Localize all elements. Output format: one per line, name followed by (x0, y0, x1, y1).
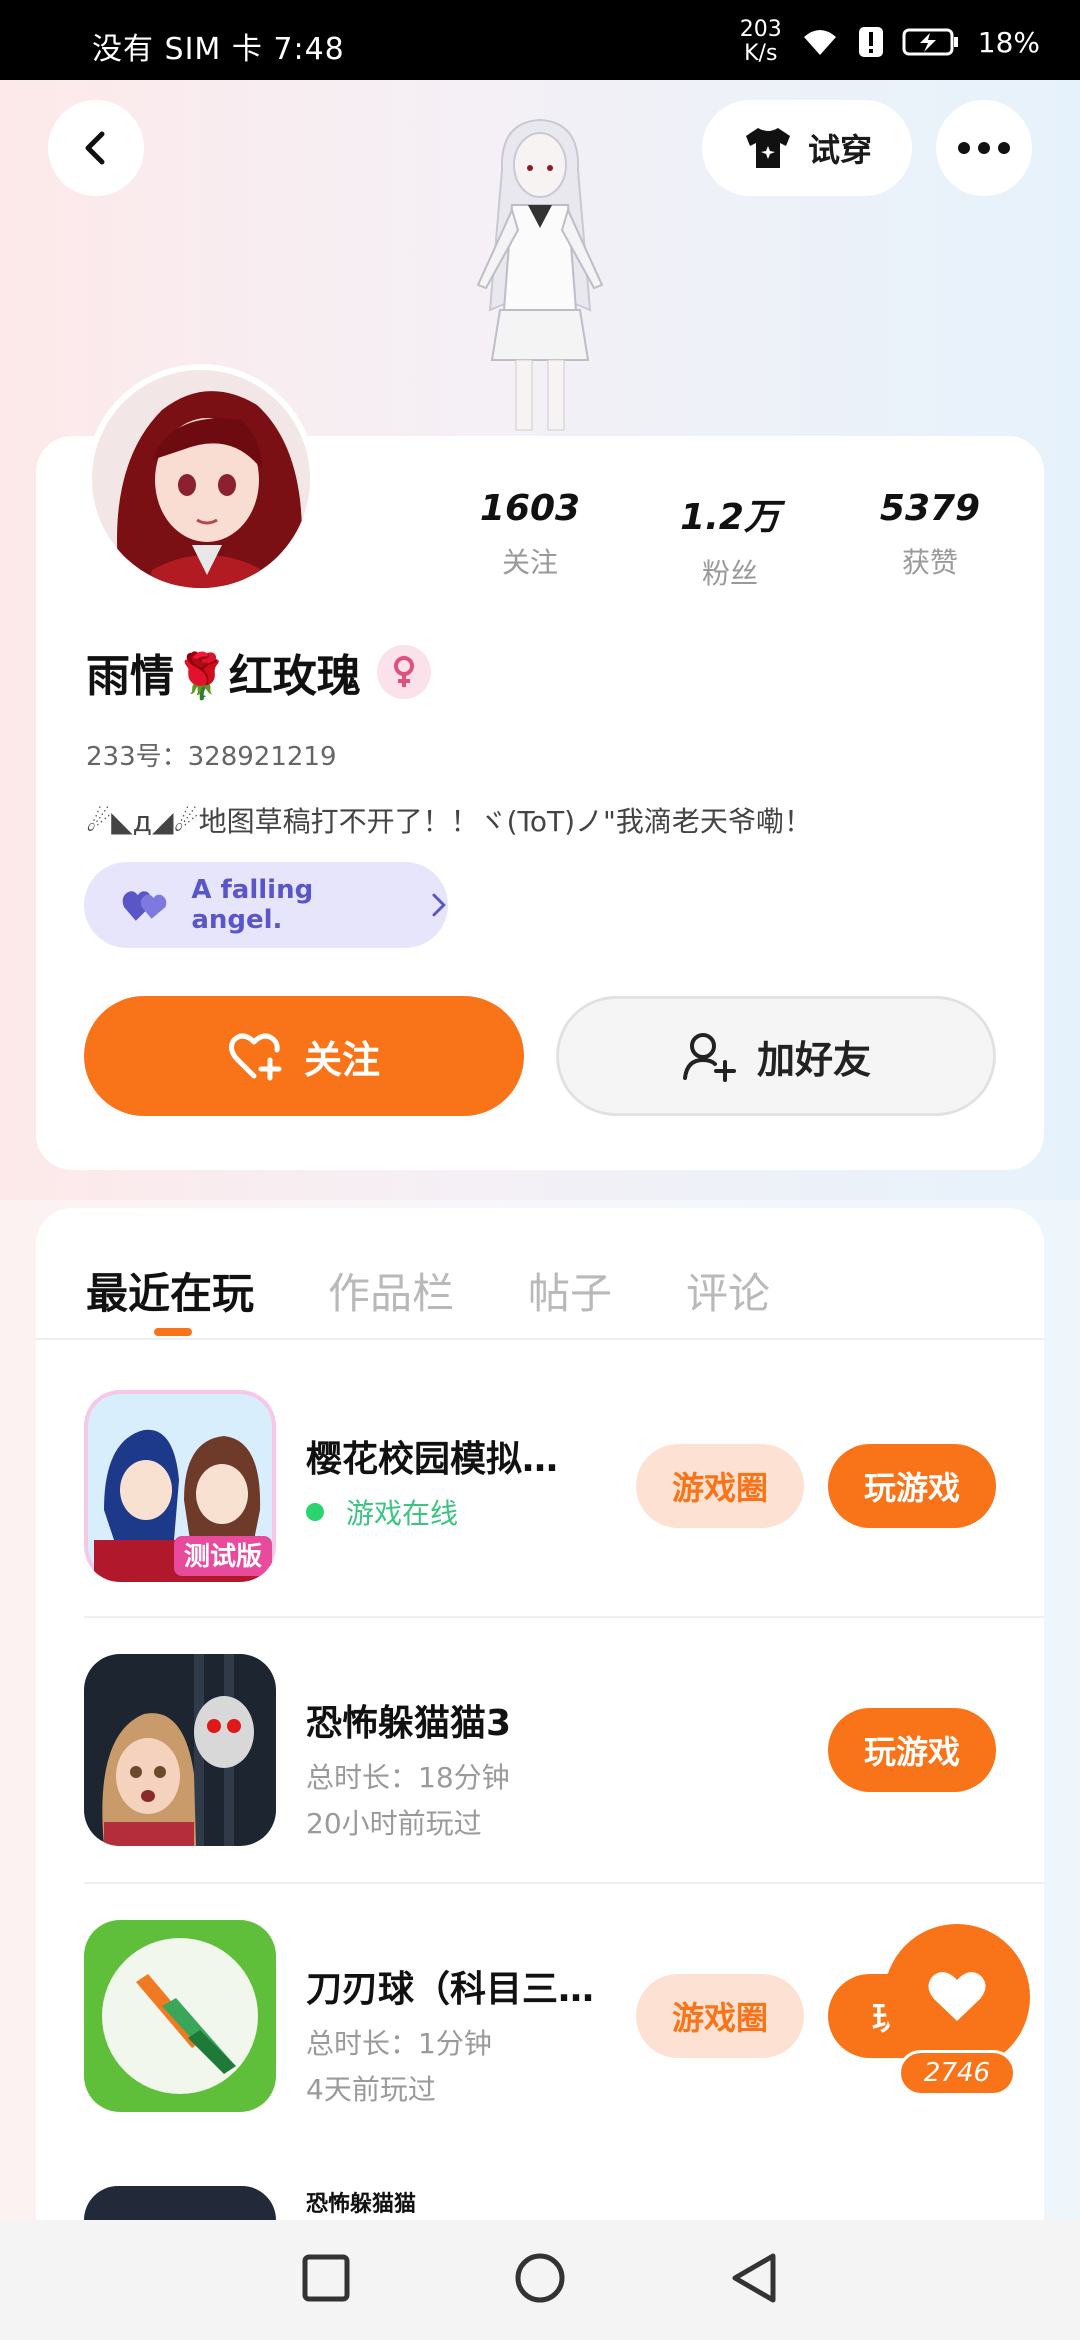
game-title: 樱花校园模拟… (306, 1439, 559, 1480)
stat-label: 粉丝 (701, 557, 758, 590)
try-on-label: 试穿 (807, 131, 872, 169)
more-dots-icon (958, 142, 1010, 154)
circle-icon (515, 2253, 565, 2303)
profile-name-row: 雨情🌹红玫瑰 (86, 640, 431, 704)
like-button[interactable] (884, 1924, 1030, 2070)
profile-tag-button[interactable]: A falling angel. (84, 862, 448, 948)
game-duration: 总时长：1分钟 (306, 2027, 492, 2060)
divider (36, 1338, 1044, 1340)
avatar-3d-figure[interactable] (430, 110, 650, 440)
double-heart-icon (122, 891, 167, 921)
play-game-button[interactable]: 玩游戏 (828, 1708, 996, 1792)
stat-number: 5379 (879, 488, 981, 529)
tshirt-icon (745, 128, 790, 168)
back-nav-button[interactable] (729, 2251, 779, 2309)
game-icon-hide-and-seek[interactable] (84, 1654, 276, 1846)
wifi-icon (800, 27, 840, 57)
heart-plus-icon (228, 1033, 282, 1081)
net-speed: 203 K/s (740, 18, 782, 66)
tab-posts[interactable]: 帖子 (528, 1240, 612, 1321)
game-status: 游戏在线 (306, 1492, 458, 1532)
game-last-played: 20小时前玩过 (306, 1807, 482, 1840)
alert-icon (858, 26, 884, 58)
follow-button[interactable]: 关注 (84, 996, 524, 1116)
system-navigation-bar (0, 2220, 1080, 2340)
divider (84, 1616, 1044, 1618)
divider (84, 1882, 1044, 1884)
add-friend-label: 加好友 (756, 1037, 871, 1082)
net-speed-unit: K/s (744, 41, 778, 66)
game-duration: 总时长：18分钟 (306, 1761, 510, 1794)
tab-recently-played[interactable]: 最近在玩 (86, 1240, 254, 1321)
chevron-right-icon (432, 893, 447, 917)
stat-label: 关注 (501, 546, 558, 579)
square-icon (302, 2254, 350, 2302)
game-row[interactable]: 恐怖躲猫猫 (84, 2186, 1044, 2220)
game-row[interactable]: 测试版 樱花校园模拟… 游戏在线 游戏圈 玩游戏 (84, 1390, 1044, 1590)
game-title: 恐怖躲猫猫 (306, 2192, 417, 2217)
stat-number: 1603 (479, 488, 581, 529)
add-friend-button[interactable]: 加好友 (556, 996, 996, 1116)
stat-followers[interactable]: 1.2万 粉丝 (650, 488, 810, 592)
game-icon-sakura[interactable]: 测试版 (84, 1390, 276, 1582)
triangle-back-icon (732, 2253, 776, 2303)
active-tab-indicator (154, 1328, 192, 1336)
try-on-button[interactable]: 试穿 (702, 100, 912, 196)
svg-text:测试版: 测试版 (184, 1542, 262, 1572)
stat-following[interactable]: 1603 关注 (450, 488, 610, 592)
profile-bio: ☄◣д◢☄地图草稿打不开了！！ヾ(ToT)ノ"我滴老天爷嘞！ (86, 805, 812, 838)
chevron-left-icon (85, 131, 105, 165)
status-icons: 203 K/s 18% (740, 18, 1040, 66)
status-bar: 没有 SIM 卡 7:48 203 K/s 18% (0, 0, 1080, 80)
net-speed-value: 203 (739, 17, 782, 42)
follow-label: 关注 (303, 1037, 380, 1082)
game-last-played: 4天前玩过 (306, 2073, 436, 2106)
female-icon (376, 645, 431, 699)
tab-works[interactable]: 作品栏 (328, 1240, 454, 1321)
heart-icon (928, 1972, 986, 2021)
game-status-label: 游戏在线 (346, 1497, 459, 1530)
stat-label: 获赞 (901, 546, 958, 579)
profile-tabs: 最近在玩 作品栏 帖子 评论 (86, 1240, 770, 1321)
recent-apps-button[interactable] (301, 2253, 351, 2307)
like-count: 2746 (898, 2050, 1016, 2096)
stat-number: 1.2万 (680, 497, 780, 538)
play-game-button[interactable]: 玩游戏 (828, 1444, 996, 1528)
game-circle-button[interactable]: 游戏圈 (636, 1974, 804, 2058)
profile-tag-label: A falling angel. (191, 875, 314, 935)
profile-name: 雨情🌹红玫瑰 (86, 651, 361, 702)
stat-likes[interactable]: 5379 获赞 (850, 488, 1010, 592)
game-title: 恐怖躲猫猫3 (306, 1703, 512, 1744)
back-button[interactable] (48, 100, 144, 196)
game-icon-blade-ball[interactable] (84, 1920, 276, 2112)
add-user-icon (682, 1033, 736, 1082)
tab-comments[interactable]: 评论 (686, 1240, 770, 1321)
game-circle-button[interactable]: 游戏圈 (636, 1444, 804, 1528)
more-button[interactable] (936, 100, 1032, 196)
battery-icon (902, 27, 960, 57)
game-icon-hide-and-seek[interactable] (84, 2186, 276, 2220)
avatar[interactable] (86, 364, 316, 594)
battery-level: 18% (977, 25, 1040, 59)
game-row[interactable]: 恐怖躲猫猫3 总时长：18分钟 20小时前玩过 玩游戏 (84, 1654, 1044, 1854)
game-title: 刀刃球（科目三… (306, 1969, 595, 2010)
home-button[interactable] (513, 2251, 567, 2309)
user-id[interactable]: 233号：328921219 (86, 736, 337, 773)
profile-stats: 1603 关注 1.2万 粉丝 5379 获赞 (450, 488, 1010, 592)
online-dot-icon (306, 1503, 324, 1521)
carrier-time: 没有 SIM 卡 7:48 (92, 32, 345, 67)
